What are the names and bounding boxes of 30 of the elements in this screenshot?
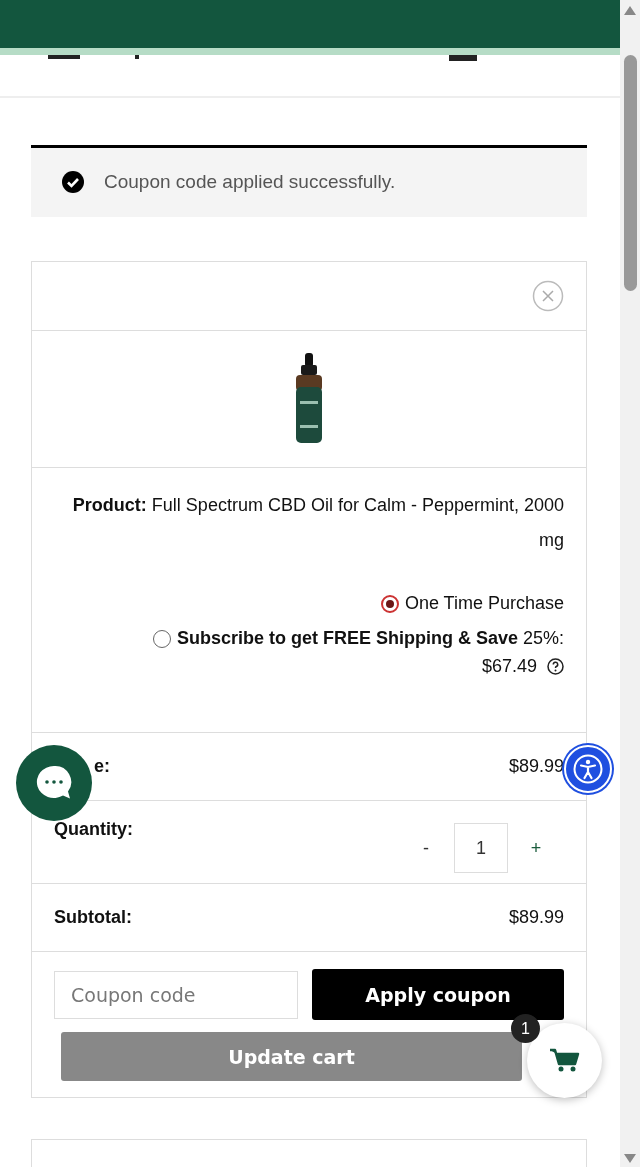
notice-text: Coupon code applied successfully.	[104, 171, 396, 194]
scroll-thumb[interactable]	[623, 55, 637, 291]
subtotal-value: $89.99	[508, 907, 564, 929]
subtotal-label: Subtotal:	[54, 907, 132, 929]
price-label: e:	[94, 756, 110, 778]
increase-button[interactable]: +	[508, 823, 564, 874]
scrollbar[interactable]	[620, 0, 640, 1167]
decrease-button[interactable]: -	[398, 823, 454, 874]
purchase-option[interactable]: Subscribe to get FREE Shipping & Save 25%:	[152, 621, 564, 657]
accessibility-button[interactable]	[564, 745, 612, 793]
help-icon[interactable]	[547, 658, 564, 676]
subscribe-price: $67.49	[481, 656, 537, 678]
option-label: One Time Purchase	[404, 592, 564, 616]
apply-coupon-button[interactable]: Apply coupon	[312, 969, 564, 1021]
chat-bubble-icon	[35, 765, 73, 801]
product-name: Product: Full Spectrum CBD Oil for Calm - Peppermint, 2000 mg	[71, 494, 564, 553]
quantity-field[interactable]: 1	[454, 823, 508, 874]
scroll-down-icon[interactable]	[624, 1154, 636, 1163]
quantity-label: Quantity:	[54, 819, 133, 841]
scroll-up-icon[interactable]	[624, 6, 636, 15]
coupon-field[interactable]: Coupon code	[54, 970, 298, 1019]
radio-button[interactable]	[380, 594, 399, 613]
option-label: Subscribe to get FREE Shipping & Save 25%:	[176, 627, 564, 651]
purchase-option[interactable]: One Time Purchase	[380, 586, 564, 622]
cart-icon	[549, 1047, 580, 1074]
price-value: $89.99	[508, 756, 564, 778]
check-circle-icon	[62, 171, 84, 194]
radio-button[interactable]	[152, 629, 171, 648]
cart-button[interactable]	[527, 1023, 602, 1098]
accessibility-icon	[573, 754, 603, 784]
